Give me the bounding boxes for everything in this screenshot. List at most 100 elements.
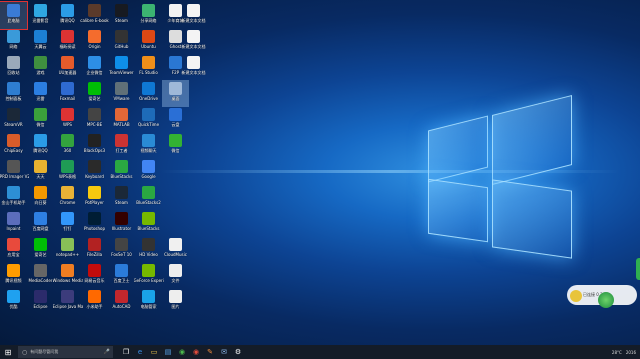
desktop-icon[interactable]: 回收站 <box>0 54 27 81</box>
tray-temperature[interactable]: 28°C <box>612 350 622 355</box>
desktop-icon[interactable]: 迅雷影音 <box>27 2 54 29</box>
desktop-icon[interactable]: 网络 <box>0 28 27 55</box>
desktop-icon[interactable]: 天翼云 <box>27 28 54 55</box>
desktop-icon[interactable]: 腾讯QQ <box>27 132 54 159</box>
desktop-icon[interactable]: VMware <box>108 80 135 107</box>
icon-label: CloudMusic <box>164 252 187 257</box>
desktop-icon[interactable]: BlueStacks2 <box>135 184 162 211</box>
icon-label: UU加速器 <box>58 70 77 75</box>
desktop-icon[interactable]: 此电脑 <box>0 1 28 30</box>
desktop-icon[interactable]: UU加速器 <box>54 54 81 81</box>
edge-icon[interactable]: e <box>133 345 147 359</box>
desktop-icon[interactable]: QuickTime <box>135 106 162 133</box>
desktop-icon[interactable]: 钉钉 <box>54 210 81 237</box>
task-view-icon[interactable]: ❐ <box>119 345 133 359</box>
desktop-icon[interactable]: 应用宝 <box>0 236 27 263</box>
app-green-icon[interactable]: ◉ <box>175 345 189 359</box>
desktop-icon[interactable]: 控制面板 <box>0 80 27 107</box>
desktop-icon[interactable]: Illustrator <box>108 210 135 237</box>
desktop-icon[interactable]: Ubuntu <box>135 28 162 55</box>
desktop-icon[interactable]: CloudMusic <box>162 236 189 263</box>
desktop-icon[interactable]: 企业微信 <box>81 54 108 81</box>
desktop-icon[interactable]: Eclipse Java Mars <box>53 288 83 315</box>
app-red-icon[interactable]: ◉ <box>189 345 203 359</box>
store-icon[interactable]: ▤ <box>161 345 175 359</box>
desktop-icon[interactable]: 微信 <box>162 132 189 159</box>
desktop-icon[interactable]: 爱奇艺 <box>81 80 108 107</box>
desktop-icon[interactable]: Inpaint <box>0 210 27 237</box>
desktop-icon[interactable]: 优酷 <box>0 288 27 315</box>
desktop-icon[interactable]: MPC-BE <box>81 106 108 133</box>
document-icon[interactable]: 新建文本文档 <box>180 28 207 55</box>
desktop-icon[interactable]: WPS表格 <box>54 158 81 185</box>
document-icon[interactable]: 新建文本文档 <box>180 54 207 81</box>
desktop-icon[interactable]: PotPlayer <box>81 184 108 211</box>
desktop-icon[interactable]: 360 <box>54 132 81 159</box>
desktop-icon[interactable]: 腾讯视频 <box>0 262 27 289</box>
desktop-icon[interactable]: FL Studio <box>135 54 162 81</box>
desktop-icon[interactable]: FoxSeT 10 <box>108 236 135 263</box>
desktop-icon[interactable]: TeamViewer <box>108 54 135 81</box>
desktop-icon[interactable]: 迅雷 <box>27 80 54 107</box>
desktop-icon[interactable]: 打工者 <box>108 132 135 159</box>
app-mail-icon[interactable]: ✉ <box>217 345 231 359</box>
side-tab[interactable] <box>636 258 640 280</box>
desktop-icon[interactable]: AutoCAD <box>108 288 135 315</box>
tray-time[interactable]: 2016 <box>626 350 636 355</box>
desktop-icon[interactable]: 分享网络 <box>135 2 162 29</box>
desktop-icon[interactable]: 云盘 <box>162 106 189 133</box>
desktop-icon[interactable]: BlueStacks <box>135 210 162 237</box>
desktop-icon[interactable]: Steam <box>108 184 135 211</box>
desktop-icon[interactable]: Foxmail <box>54 80 81 107</box>
desktop-icon[interactable]: 腾讯QQ <box>54 2 81 29</box>
desktop-icon[interactable]: 金山手机助手 <box>0 184 27 211</box>
desktop-icon[interactable]: Eclipse <box>27 288 54 315</box>
desktop-icon[interactable]: GeForce Experience <box>134 262 164 289</box>
desktop-icon[interactable]: IPRD Imager V2... <box>0 158 29 185</box>
app-icon <box>142 290 155 303</box>
desktop-icon[interactable]: 文件 <box>162 262 189 289</box>
desktop-icon[interactable]: 小米助手 <box>81 288 108 315</box>
desktop-icon[interactable]: MATLAB <box>108 106 135 133</box>
search-box[interactable]: ○ 有问题尽管问我 🎤 <box>18 346 113 358</box>
desktop-icon[interactable]: MediaCoder <box>27 262 54 289</box>
green-ball-icon[interactable] <box>598 292 614 308</box>
desktop-icon[interactable]: 百度网盘 <box>27 210 54 237</box>
settings-icon[interactable]: ⚙ <box>231 345 245 359</box>
desktop-icon[interactable]: 百度卫士 <box>108 262 135 289</box>
desktop-icon[interactable]: SteamVR <box>0 106 27 133</box>
desktop-icon[interactable]: WPS <box>54 106 81 133</box>
desktop-icon[interactable]: Windows Media Pla... <box>53 262 83 289</box>
desktop-icon[interactable]: Photoshop <box>81 210 108 237</box>
desktop-icon[interactable]: BlueStacks <box>108 158 135 185</box>
desktop-icon[interactable]: OneDrive <box>135 80 162 107</box>
desktop-icon[interactable]: Google <box>135 158 162 185</box>
desktop-icon[interactable]: 向日葵 <box>27 184 54 211</box>
desktop-icon[interactable]: 网易云音乐 <box>81 262 108 289</box>
desktop-icon[interactable]: 福昕阅读 <box>54 28 81 55</box>
desktop-icon[interactable]: BlackOps3 <box>81 132 108 159</box>
start-button[interactable]: ⊞ <box>0 345 16 359</box>
desktop-icon[interactable]: 视频聊天 <box>135 132 162 159</box>
desktop-icon[interactable]: Keyboard <box>81 158 108 185</box>
desktop-icon[interactable]: Origin <box>81 28 108 55</box>
desktop-icon[interactable]: 微信 <box>27 106 54 133</box>
desktop-icon[interactable]: Chrome <box>54 184 81 211</box>
app-pen-icon[interactable]: ✎ <box>203 345 217 359</box>
mic-icon[interactable]: 🎤 <box>104 349 110 355</box>
desktop-icon[interactable]: 爱奇艺 <box>27 236 54 263</box>
desktop-icon[interactable]: HD Video <box>135 236 162 263</box>
desktop-icon[interactable]: FileZilla <box>81 236 108 263</box>
explorer-icon[interactable]: ▭ <box>147 345 161 359</box>
desktop-icon[interactable]: 图片 <box>162 288 189 315</box>
desktop-icon[interactable]: 游戏 <box>27 54 54 81</box>
desktop-icon[interactable]: ChipEasy <box>0 132 27 159</box>
desktop-icon[interactable]: 电脑管家 <box>135 288 162 315</box>
document-icon[interactable]: 新建文本文档 <box>180 2 207 29</box>
desktop-icon[interactable]: calibre E-book <box>80 2 109 29</box>
desktop-icon[interactable]: GitHub <box>108 28 135 55</box>
desktop-icon[interactable]: Steam <box>108 2 135 29</box>
icon-label: 腾讯QQ <box>60 18 75 23</box>
desktop-icon[interactable]: 天天 <box>27 158 54 185</box>
desktop-icon[interactable]: notepad++ <box>54 236 81 263</box>
